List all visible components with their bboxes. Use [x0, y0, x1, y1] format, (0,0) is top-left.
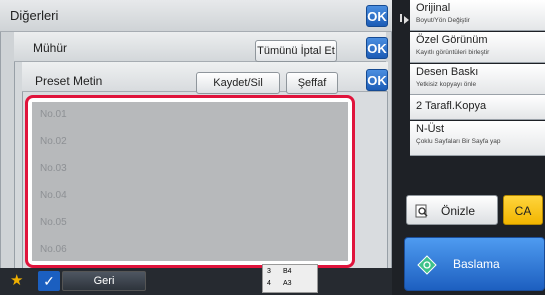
- ca-button[interactable]: CA: [503, 195, 543, 225]
- right-item-custom-view[interactable]: Özel Görünüm Kayıtlı görüntüleri birleşt…: [410, 32, 545, 63]
- magnifier-icon: [415, 204, 428, 218]
- checkmark-icon[interactable]: ✓: [38, 271, 60, 291]
- right-item-title: N-Üst: [416, 123, 445, 135]
- save-delete-button[interactable]: Kaydet/Sil: [196, 72, 280, 94]
- preset-item-03[interactable]: No.03: [40, 163, 67, 174]
- expand-bar-icon: [400, 14, 402, 22]
- expand-arrow-icon[interactable]: [404, 16, 409, 24]
- ok-button-stamp[interactable]: OK: [366, 37, 388, 59]
- dialog-stamp-title: Mühür: [33, 41, 68, 55]
- right-item-n-up[interactable]: N-Üst Çoklu Sayfaları Bir Sayfa yap: [410, 121, 545, 156]
- preset-item-01[interactable]: No.01: [40, 109, 67, 120]
- preset-text-list: No.01 No.02 No.03 No.04 No.05 No.06: [25, 95, 355, 268]
- tray-size: B4: [283, 268, 292, 275]
- dialog-preset-title: Preset Metin: [35, 74, 103, 88]
- start-diamond-icon: [417, 255, 437, 275]
- paper-tray-indicator: 3 B4 4 A3: [262, 264, 318, 293]
- preset-item-04[interactable]: No.04: [40, 190, 67, 201]
- preset-list-area: No.01 No.02 No.03 No.04 No.05 No.06: [32, 102, 348, 261]
- right-item-sub: Yetkisiz kopyayı önle: [416, 81, 477, 88]
- right-item-sub: Kayıtlı görüntüleri birleştir: [416, 49, 490, 56]
- right-item-duplex-copy[interactable]: 2 Tarafl.Kopya: [410, 95, 545, 120]
- tray-number: 4: [267, 280, 271, 287]
- start-label: Baslama: [453, 257, 500, 271]
- preset-item-06[interactable]: No.06: [40, 244, 67, 255]
- dialog-others-title: Diğerleri: [10, 8, 59, 23]
- tray-number: 3: [267, 268, 271, 275]
- preview-button[interactable]: Önizle: [406, 195, 498, 225]
- dialog-others-header: [0, 0, 392, 32]
- preset-item-05[interactable]: No.05: [40, 217, 67, 228]
- tray-size: A3: [283, 280, 292, 287]
- ok-button-others[interactable]: OK: [366, 5, 388, 27]
- right-item-title: 2 Tarafl.Kopya: [416, 100, 487, 112]
- right-item-original[interactable]: Orijinal Boyut/Yön Değiştir: [410, 0, 545, 31]
- favorite-star-icon[interactable]: ★: [10, 271, 23, 289]
- back-button[interactable]: Geri: [62, 271, 146, 291]
- transparent-button[interactable]: Şeffaf: [286, 72, 338, 94]
- right-item-title: Özel Görünüm: [416, 34, 488, 46]
- ok-button-preset[interactable]: OK: [366, 69, 388, 91]
- preview-label: Önizle: [441, 204, 476, 218]
- right-item-sub: Çoklu Sayfaları Bir Sayfa yap: [416, 138, 501, 145]
- preset-item-02[interactable]: No.02: [40, 136, 67, 147]
- right-item-pattern-print[interactable]: Desen Baskı Yetkisiz kopyayı önle: [410, 64, 545, 95]
- right-item-sub: Boyut/Yön Değiştir: [416, 17, 470, 24]
- right-item-title: Desen Baskı: [416, 66, 479, 78]
- cancel-all-button[interactable]: Tümünü İptal Et: [255, 40, 337, 62]
- start-button[interactable]: Baslama: [404, 237, 545, 291]
- right-item-title: Orijinal: [416, 2, 451, 14]
